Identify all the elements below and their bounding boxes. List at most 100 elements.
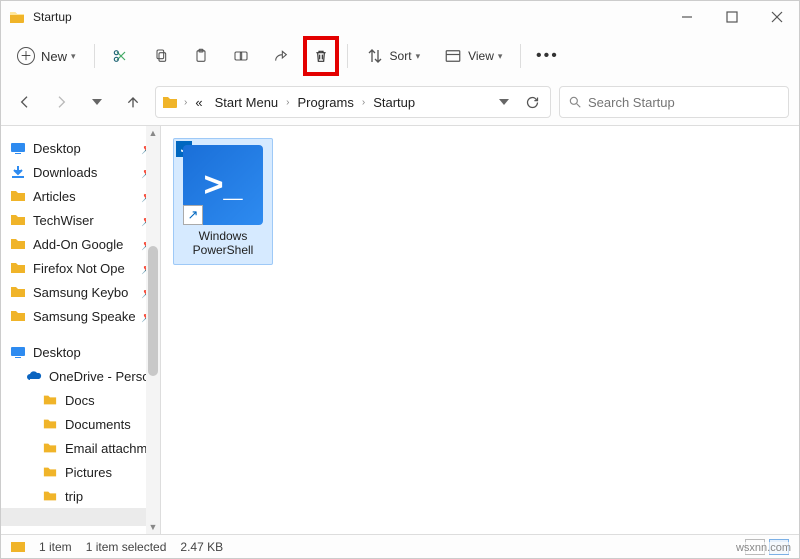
status-mini-icon [11, 542, 25, 552]
address-bar[interactable]: › « Start Menu › Programs › Startup [155, 86, 551, 118]
rename-button[interactable] [223, 38, 259, 74]
desktop-icon [9, 344, 27, 360]
more-button[interactable]: ••• [529, 38, 565, 74]
file-list[interactable]: ✓ >_ ↗ Windows PowerShell [161, 126, 799, 534]
window-title: Startup [33, 10, 72, 24]
back-button[interactable] [11, 88, 39, 116]
tree-item-downloads[interactable]: Downloads 📌 [1, 160, 160, 184]
tree-item[interactable]: Pictures [1, 460, 160, 484]
breadcrumb-item[interactable]: Start Menu [211, 93, 283, 112]
tree-item-onedrive[interactable]: OneDrive - Perso [1, 364, 160, 388]
forward-button[interactable] [47, 88, 75, 116]
powershell-icon: >_ ↗ [183, 145, 263, 225]
trash-icon [313, 47, 329, 65]
folder-icon [9, 188, 27, 204]
chevron-down-icon: ▾ [498, 51, 503, 62]
folder-icon [9, 212, 27, 228]
scissors-icon [113, 47, 129, 65]
desktop-icon [9, 140, 27, 156]
tree-item-desktop[interactable]: Desktop 📌 [1, 136, 160, 160]
up-button[interactable] [119, 88, 147, 116]
body: Desktop 📌 Downloads 📌 Articles 📌 TechWis… [1, 125, 799, 534]
folder-icon [9, 284, 27, 300]
breadcrumb-prefix[interactable]: « [191, 93, 206, 112]
tree-item[interactable]: TechWiser 📌 [1, 208, 160, 232]
history-dropdown[interactable] [492, 97, 516, 107]
sort-icon [366, 47, 384, 65]
navigation-bar: › « Start Menu › Programs › Startup [1, 79, 799, 125]
tree-item[interactable]: Firefox Not Ope 📌 [1, 256, 160, 280]
folder-icon [162, 94, 178, 110]
paste-button[interactable] [183, 38, 219, 74]
view-label: View [468, 49, 494, 63]
plus-circle-icon: ＋ [17, 47, 35, 65]
watermark: wsxnn.com [736, 542, 791, 554]
breadcrumb-item[interactable]: Programs [294, 93, 358, 112]
command-bar: ＋ New ▾ Sort ▾ View ▾ ••• [1, 33, 799, 79]
tree-item-desktop-root[interactable]: Desktop [1, 340, 160, 364]
tree-item[interactable]: Docs [1, 388, 160, 412]
item-count: 1 item [39, 540, 72, 554]
recent-button[interactable] [83, 88, 111, 116]
maximize-button[interactable] [709, 1, 754, 33]
tree-item[interactable]: Samsung Keybo 📌 [1, 280, 160, 304]
file-item-windows-powershell[interactable]: ✓ >_ ↗ Windows PowerShell [173, 138, 273, 265]
new-label: New [41, 49, 67, 64]
file-label: Windows PowerShell [174, 229, 272, 258]
chevron-right-icon: › [286, 97, 289, 108]
tree-item[interactable]: Add-On Google 📌 [1, 232, 160, 256]
tree-item[interactable] [1, 508, 160, 526]
chevron-right-icon: › [184, 97, 187, 108]
chevron-down-icon: ▾ [416, 51, 421, 62]
separator [94, 44, 95, 68]
folder-icon [41, 417, 59, 431]
view-icon [444, 47, 462, 65]
sort-label: Sort [390, 49, 412, 63]
chevron-right-icon: › [362, 97, 365, 108]
tree-item[interactable]: trip [1, 484, 160, 508]
breadcrumb-item[interactable]: Startup [369, 93, 419, 112]
clipboard-icon [193, 47, 209, 65]
scroll-up-icon[interactable]: ▲ [148, 128, 158, 138]
search-box[interactable] [559, 86, 789, 118]
folder-icon [41, 465, 59, 479]
folder-icon [9, 236, 27, 252]
tree-item[interactable]: Samsung Speake 📌 [1, 304, 160, 328]
scroll-down-icon[interactable]: ▼ [148, 522, 158, 532]
folder-icon [9, 260, 27, 276]
title-bar: Startup [1, 1, 799, 33]
scrollbar[interactable]: ▲ ▼ [146, 126, 160, 534]
cut-button[interactable] [103, 38, 139, 74]
close-button[interactable] [754, 1, 799, 33]
window-controls [664, 1, 799, 33]
view-button[interactable]: View ▾ [434, 38, 512, 74]
search-icon [568, 95, 582, 109]
status-bar: 1 item 1 item selected 2.47 KB [1, 534, 799, 558]
folder-icon [9, 308, 27, 324]
tree-item[interactable]: Articles 📌 [1, 184, 160, 208]
cloud-icon [25, 368, 43, 384]
refresh-button[interactable] [520, 95, 544, 110]
ellipsis-icon: ••• [536, 47, 559, 65]
downloads-icon [9, 164, 27, 180]
separator [520, 44, 521, 68]
selected-count: 1 item selected [86, 540, 167, 554]
scroll-thumb[interactable] [148, 246, 158, 376]
copy-icon [153, 47, 169, 65]
copy-button[interactable] [143, 38, 179, 74]
folder-icon [41, 441, 59, 455]
minimize-button[interactable] [664, 1, 709, 33]
tree-item[interactable]: Documents [1, 412, 160, 436]
shortcut-overlay-icon: ↗ [183, 205, 203, 225]
rename-icon [233, 47, 249, 65]
new-button[interactable]: ＋ New ▾ [11, 38, 86, 74]
tree-item[interactable]: Email attachme [1, 436, 160, 460]
share-icon [273, 47, 289, 65]
sort-button[interactable]: Sort ▾ [356, 38, 431, 74]
folder-icon [41, 393, 59, 407]
selection-size: 2.47 KB [180, 540, 223, 554]
search-input[interactable] [588, 95, 780, 110]
share-button[interactable] [263, 38, 299, 74]
delete-button[interactable] [303, 36, 339, 76]
chevron-down-icon: ▾ [71, 51, 76, 62]
